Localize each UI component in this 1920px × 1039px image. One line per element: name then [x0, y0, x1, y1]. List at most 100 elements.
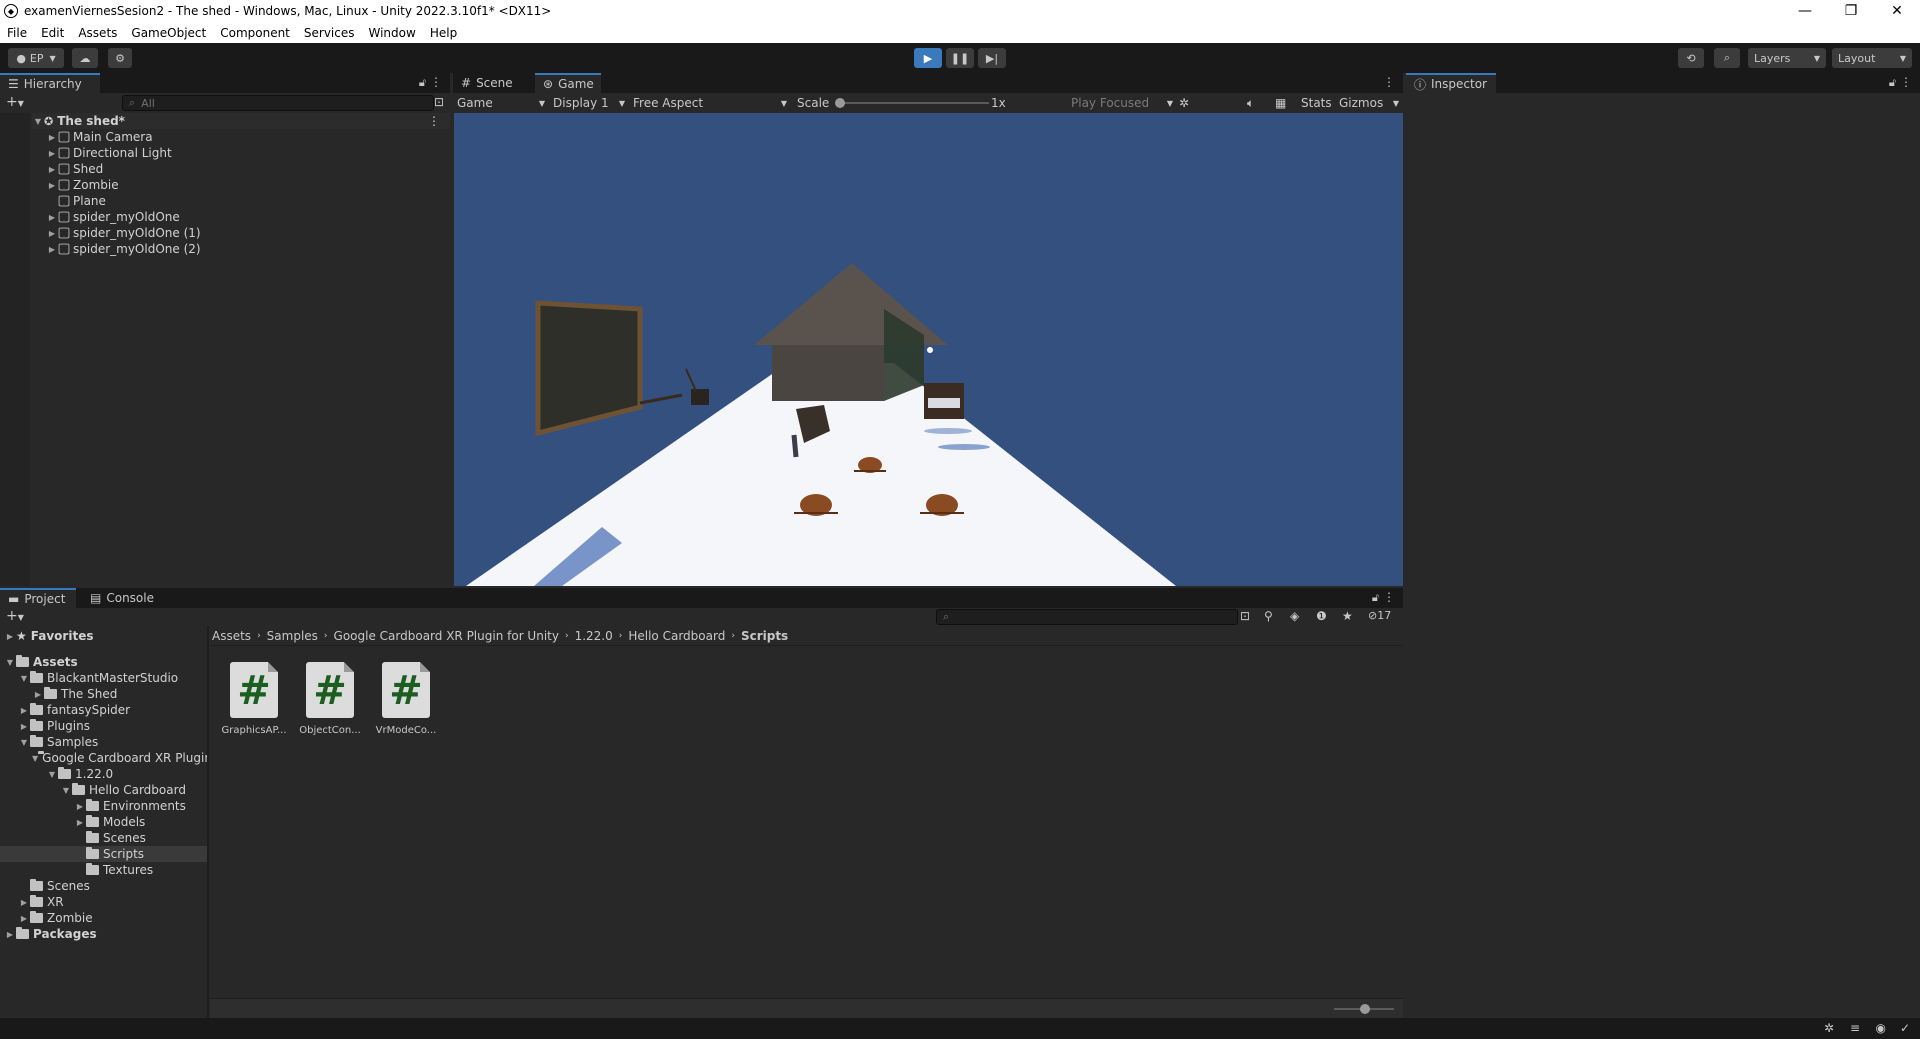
hierarchy-item[interactable]: ▶ spider_myOldOne — [46, 209, 180, 225]
expand-arrow-icon[interactable]: ▶ — [46, 245, 58, 254]
expand-arrow-icon[interactable]: ▶ — [18, 722, 30, 731]
hierarchy-item[interactable]: ▶ spider_myOldOne (2) — [46, 241, 201, 257]
maximize-button[interactable]: ❐ — [1828, 0, 1874, 22]
menu-gameobject[interactable]: GameObject — [124, 26, 213, 40]
breadcrumb-item[interactable]: Hello Cardboard — [628, 629, 725, 643]
more-options-icon[interactable]: ⋮ — [430, 75, 442, 89]
more-options-icon[interactable]: ⋮ — [1383, 590, 1395, 604]
expand-arrow-icon[interactable]: ▶ — [4, 930, 16, 939]
check-circle-icon[interactable]: ✓ — [1900, 1021, 1910, 1035]
menu-file[interactable]: File — [0, 26, 34, 40]
expand-arrow-icon[interactable]: ▶ — [74, 802, 86, 811]
folder-environments[interactable]: ▶ Environments — [74, 798, 186, 814]
hierarchy-item[interactable]: ▶ spider_myOldOne (1) — [46, 225, 201, 241]
expand-arrow-icon[interactable]: ▼ — [32, 754, 38, 763]
breadcrumb-item[interactable]: Samples — [267, 629, 318, 643]
expand-arrow-icon[interactable]: ▶ — [46, 165, 58, 174]
expand-arrow-icon[interactable]: ▶ — [46, 149, 58, 158]
breadcrumb-item[interactable]: Assets — [212, 629, 251, 643]
layout-dropdown[interactable]: Layout ▼ — [1832, 48, 1912, 68]
menu-services[interactable]: Services — [297, 26, 362, 40]
layers-dropdown[interactable]: Layers ▼ — [1748, 48, 1826, 68]
folder-fantasyspider[interactable]: ▶ fantasySpider — [18, 702, 130, 718]
bug-icon[interactable]: ✲ — [1179, 93, 1189, 113]
folder-textures[interactable]: Textures — [74, 862, 153, 878]
tab-hierarchy[interactable]: ☰ Hierarchy — [0, 73, 100, 93]
menu-help[interactable]: Help — [423, 26, 464, 40]
expand-arrow-icon[interactable]: ▼ — [32, 117, 44, 126]
folder-packages[interactable]: ▶ Packages — [4, 926, 97, 942]
expand-arrow-icon[interactable]: ▶ — [46, 213, 58, 222]
menu-assets[interactable]: Assets — [71, 26, 124, 40]
expand-arrow-icon[interactable]: ▶ — [18, 898, 30, 907]
mute-audio-icon[interactable]: 🔈︎ — [1247, 93, 1254, 113]
label-icon[interactable]: ◈ — [1290, 609, 1299, 623]
tab-console[interactable]: ▤ Console — [82, 588, 164, 608]
warning-filter-icon[interactable]: ❶ — [1316, 609, 1327, 623]
gizmos-dropdown[interactable]: Gizmos ▼ — [1339, 93, 1399, 113]
filter-icon[interactable]: ⚲ — [1264, 609, 1273, 623]
play-button[interactable]: ▶ — [914, 48, 942, 68]
expand-arrow-icon[interactable]: ▼ — [60, 786, 72, 795]
folder-plugins[interactable]: ▶ Plugins — [18, 718, 90, 734]
scale-slider-handle[interactable] — [835, 98, 845, 108]
script-file-icon[interactable]: # — [230, 662, 278, 718]
expand-arrow-icon[interactable]: ▼ — [46, 770, 58, 779]
folder-scenes-sample[interactable]: Scenes — [74, 830, 146, 846]
expand-arrow-icon[interactable]: ▶ — [46, 229, 58, 238]
folder-blackant[interactable]: ▼ BlackantMasterStudio — [18, 670, 178, 686]
expand-arrow-icon[interactable]: ▶ — [46, 133, 58, 142]
expand-arrow-icon[interactable]: ▶ — [18, 914, 30, 923]
lighting-icon[interactable]: ◉ — [1876, 1021, 1886, 1035]
favorite-star-icon[interactable]: ★ — [1342, 609, 1353, 623]
expand-arrow-icon[interactable]: ▶ — [32, 690, 44, 699]
tab-scene[interactable]: # Scene — [453, 73, 523, 93]
icon-size-slider-handle[interactable] — [1360, 1004, 1370, 1014]
play-mode-dropdown[interactable]: Play Focused ▼ — [1071, 93, 1173, 113]
breadcrumb-item[interactable]: 1.22.0 — [575, 629, 613, 643]
expand-arrow-icon[interactable]: ▶ — [46, 181, 58, 190]
tab-game[interactable]: ⊛ Game — [535, 73, 601, 93]
game-mode-dropdown[interactable]: Game ▼ — [457, 93, 545, 113]
expand-arrow-icon[interactable]: ▼ — [4, 658, 16, 667]
folder-the-shed[interactable]: ▶ The Shed — [32, 686, 117, 702]
shortcuts-icon[interactable]: ▦ — [1275, 93, 1286, 113]
minimize-button[interactable]: — — [1782, 0, 1828, 22]
hierarchy-item[interactable]: ▶ Main Camera — [46, 129, 153, 145]
folder-google-cardboard[interactable]: ▼ Google Cardboard XR Plugin for Unity — [32, 750, 207, 766]
scene-options-icon[interactable]: ⋮ — [428, 114, 440, 128]
search-by-type-icon[interactable]: ⊡ — [1240, 609, 1250, 623]
lock-icon[interactable]: 🔓︎ — [419, 76, 426, 90]
breadcrumb-item[interactable]: Google Cardboard XR Plugin for Unity — [334, 629, 559, 643]
scale-slider-track[interactable] — [839, 102, 989, 104]
breadcrumb-item-current[interactable]: Scripts — [741, 629, 788, 643]
folder-scenes[interactable]: Scenes — [18, 878, 90, 894]
game-render-viewport[interactable] — [454, 113, 1403, 586]
script-file-icon[interactable]: # — [382, 662, 430, 718]
search-button[interactable]: ⌕ — [1714, 48, 1740, 68]
hierarchy-item[interactable]: ▶ Zombie — [46, 177, 119, 193]
cloud-button[interactable]: ☁ — [72, 48, 98, 68]
bug-off-icon[interactable]: ✲ — [1824, 1021, 1834, 1035]
more-options-icon[interactable]: ⋮ — [1900, 75, 1912, 89]
hierarchy-item[interactable]: ▶ Directional Light — [46, 145, 172, 161]
create-button[interactable]: +▼ — [6, 608, 24, 624]
expand-arrow-icon[interactable]: ▶ — [18, 706, 30, 715]
account-dropdown[interactable]: ● EP ▼ — [8, 48, 64, 68]
cache-server-icon[interactable]: ≡ — [1850, 1021, 1860, 1035]
aspect-dropdown[interactable]: Free Aspect ▼ — [633, 93, 787, 113]
menu-component[interactable]: Component — [213, 26, 297, 40]
display-dropdown[interactable]: Display 1 ▼ — [553, 93, 625, 113]
stats-button[interactable]: Stats — [1301, 93, 1332, 113]
folder-zombie[interactable]: ▶ Zombie — [18, 910, 93, 926]
expand-arrow-icon[interactable]: ▶ — [74, 818, 86, 827]
folder-scripts[interactable]: Scripts — [74, 846, 144, 862]
script-file-icon[interactable]: # — [306, 662, 354, 718]
expand-arrow-icon[interactable]: ▼ — [18, 674, 30, 683]
lock-icon[interactable]: 🔓︎ — [1889, 76, 1896, 90]
menu-window[interactable]: Window — [362, 26, 423, 40]
lock-icon[interactable]: 🔓︎ — [1372, 591, 1379, 605]
close-button[interactable]: ✕ — [1874, 0, 1920, 22]
hierarchy-search-input[interactable]: ⌕ All — [122, 95, 434, 111]
expand-arrow-icon[interactable]: ▼ — [18, 738, 30, 747]
